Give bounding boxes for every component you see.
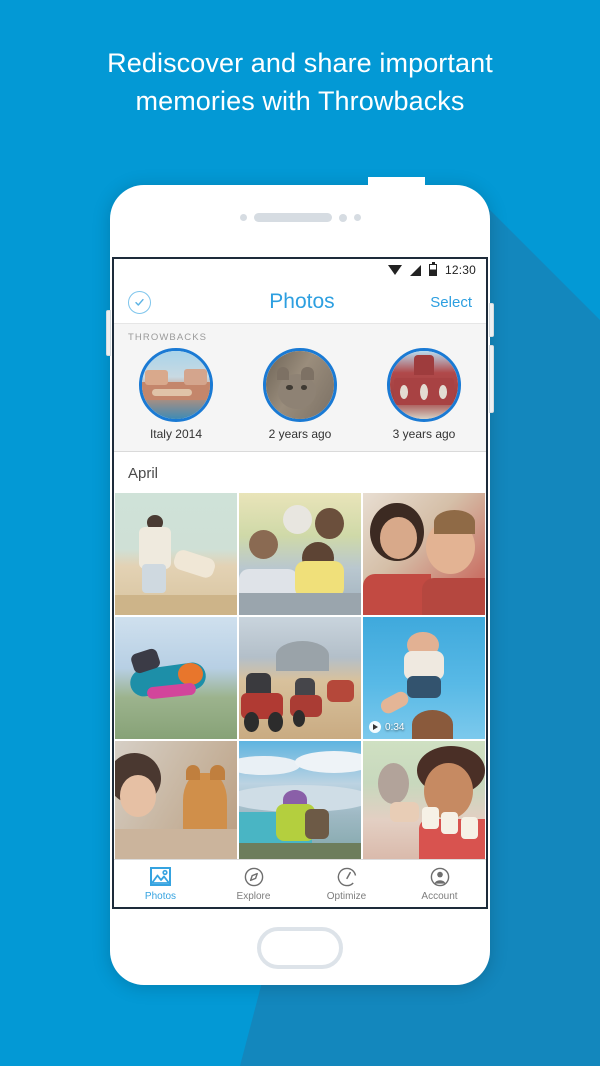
battery-icon [428,262,437,276]
app-header: Photos Select [114,281,486,323]
headline-line-1: Rediscover and share important [107,48,493,78]
photo-cell[interactable] [239,493,361,615]
girl-with-marshmallows [363,741,485,863]
throwbacks-row: Italy 2014 2 years ago 3 years ago [114,348,486,441]
phone-power-button [489,303,494,337]
photo-cell[interactable] [115,741,237,863]
photo-grid: 0:34 [114,493,486,863]
phone-mockup: 12:30 Photos Select THROWBACKS Italy 201… [106,177,494,985]
status-bar: 12:30 [114,259,486,281]
photo-cell[interactable] [115,617,237,739]
throwback-thumbnail[interactable] [263,348,337,422]
gauge-icon [336,866,358,888]
photo-cell[interactable] [363,741,485,863]
throwbacks-label: THROWBACKS [128,332,208,343]
throwback-thumbnail[interactable] [387,348,461,422]
bottom-navigation: Photos Explore Optimize Account [114,859,486,907]
wifi-icon [387,265,402,275]
signal-icon [409,264,421,276]
play-icon [369,721,381,733]
person-icon [429,866,451,888]
atv-riders-desert [239,617,361,739]
father-swinging-child-beach [115,493,237,615]
camera-dot [338,213,347,222]
photo-cell[interactable] [239,617,361,739]
skydiver-freefall [115,617,237,739]
speaker-bar [253,213,332,222]
throwback-item[interactable]: Italy 2014 [122,348,230,441]
tab-photos[interactable]: Photos [114,860,207,907]
woman-with-orange-cat [115,741,237,863]
family-grandparents-kids-park [239,493,361,615]
phone-speaker-grille [110,213,490,222]
page-title: Rediscover and share important memories … [0,44,600,120]
tab-label: Optimize [326,890,367,902]
photo-cell[interactable] [239,741,361,863]
select-button[interactable]: Select [430,294,472,311]
throwback-caption: 3 years ago [392,427,456,441]
throwbacks-section: THROWBACKS Italy 2014 2 years ago 3 year… [114,323,486,452]
photos-icon [150,866,172,888]
smiling-couple-selfie [363,493,485,615]
throwback-thumbnail[interactable] [139,348,213,422]
compass-icon [243,866,265,888]
status-time: 12:30 [444,263,476,277]
throwback-item[interactable]: 3 years ago [370,348,478,441]
throwback-item[interactable]: 2 years ago [246,348,354,441]
venice-canal-photo [142,351,210,419]
phone-screen: 12:30 Photos Select THROWBACKS Italy 201… [112,257,488,909]
photo-cell[interactable]: 0:34 [363,617,485,739]
home-button[interactable] [257,927,343,969]
video-duration: 0:34 [385,721,405,733]
phone-volume-button [106,310,111,356]
video-duration-badge: 0:34 [369,721,404,733]
tab-label: Account [421,890,458,902]
tab-optimize[interactable]: Optimize [300,860,393,907]
sensor-dot [353,214,361,221]
throwback-caption: 2 years ago [268,427,332,441]
tab-explore[interactable]: Explore [207,860,300,907]
phone-top-tab [368,177,425,191]
red-brick-building-photo [390,351,458,419]
gallery-section-title: April [114,452,486,493]
tab-account[interactable]: Account [393,860,486,907]
hiker-on-mountain-overlook [239,741,361,863]
tab-label: Photos [144,890,177,902]
phone-side-button [489,345,494,413]
speaker-dot [239,214,247,221]
check-circle-icon[interactable] [128,290,151,314]
throwback-caption: Italy 2014 [149,427,203,441]
cat-portrait-photo [266,351,334,419]
headline-line-2: memories with Throwbacks [135,86,465,116]
photo-cell[interactable] [363,493,485,615]
tab-label: Explore [236,890,271,902]
photo-cell[interactable] [115,493,237,615]
